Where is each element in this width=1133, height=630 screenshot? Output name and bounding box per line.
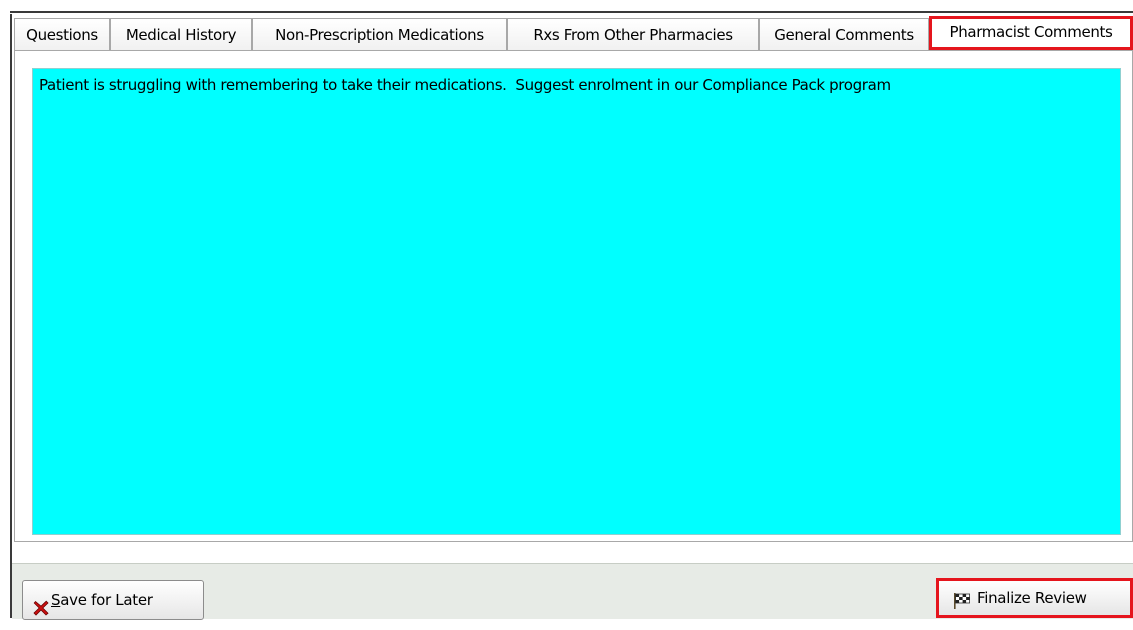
checkered-flag-icon [953,588,971,622]
tab-general-comments[interactable]: General Comments [759,18,929,50]
finalize-review-label: Finalize Review [977,589,1087,607]
button-bar: Save for Later Finalize Review [12,563,1133,620]
save-label: ave for Later [60,591,153,609]
tab-rxs-from-other-pharmacies[interactable]: Rxs From Other Pharmacies [507,18,759,50]
tab-medical-history[interactable]: Medical History [110,18,252,50]
pharmacist-comments-textarea[interactable]: Patient is struggling with remembering t… [32,68,1121,535]
patient-review-window: Questions Medical History Non-Prescripti… [0,0,1133,620]
pharmacist-comments-panel: Patient is struggling with remembering t… [14,50,1133,542]
x-icon [33,592,49,630]
tab-questions[interactable]: Questions [14,18,110,50]
window-top-border [10,11,1133,13]
finalize-review-button[interactable]: Finalize Review [936,578,1133,618]
window-left-border [10,14,12,618]
tab-pharmacist-comments[interactable]: Pharmacist Comments [929,16,1133,50]
save-for-later-button[interactable]: Save for Later [22,580,204,620]
review-tabs: Questions Medical History Non-Prescripti… [14,16,1133,50]
save-mnemonic: S [51,591,61,609]
tab-non-prescription-medications[interactable]: Non-Prescription Medications [252,18,507,50]
